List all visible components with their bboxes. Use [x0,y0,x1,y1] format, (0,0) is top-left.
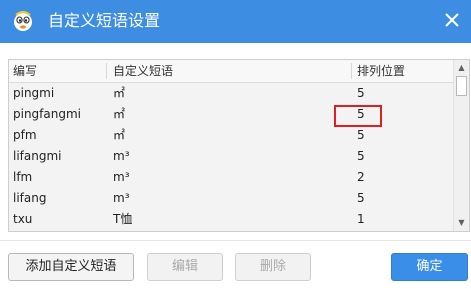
footer-divider [0,240,471,241]
list-row[interactable]: pingmi ㎡ 5 [9,83,453,104]
list-row[interactable]: lifangmi m³ 5 [9,146,453,167]
list-row[interactable]: txu T恤 1 [9,209,453,230]
column-header-phrase[interactable]: 自定义短语 [113,60,173,82]
row-code: pingmi [13,86,55,100]
close-icon[interactable] [442,10,462,30]
column-divider[interactable] [351,63,352,79]
row-code: lfm [13,170,33,184]
delete-button[interactable]: 删除 [235,253,311,281]
row-code: pfm [13,128,37,142]
column-divider[interactable] [106,63,107,79]
row-position: 5 [357,128,365,142]
row-code: pingfangmi [13,107,81,121]
list-header: 编写 自定义短语 排列位置 [9,60,453,83]
row-phrase: m³ [113,191,130,205]
row-phrase: ㎡ [113,128,126,142]
edit-button[interactable]: 编辑 [147,253,223,281]
row-position: 5 [357,191,365,205]
ok-button[interactable]: 确定 [391,253,468,281]
scroll-down-arrow-icon[interactable]: ▼ [454,215,469,231]
app-logo-icon [14,10,32,31]
row-position: 1 [357,212,365,226]
vertical-scrollbar[interactable]: ▲ ▼ [453,60,469,231]
row-phrase: ㎡ [113,86,126,100]
custom-phrase-dialog: 自定义短语设置 编写 自定义短语 排列位置 pingmi ㎡ 5 pingfan… [0,0,471,289]
add-phrase-button[interactable]: 添加自定义短语 [8,253,134,281]
column-header-code[interactable]: 编写 [13,60,37,82]
title-bar[interactable]: 自定义短语设置 [0,0,471,43]
row-phrase: ㎡ [113,107,126,121]
list-row[interactable]: pingfangmi ㎡ 5 [9,104,453,125]
row-phrase: T恤 [113,212,133,226]
phrase-list[interactable]: 编写 自定义短语 排列位置 pingmi ㎡ 5 pingfangmi ㎡ 5 … [8,59,470,232]
row-position: 5 [357,107,365,121]
row-code: lifangmi [13,149,62,163]
column-header-position[interactable]: 排列位置 [357,60,405,82]
dialog-title: 自定义短语设置 [48,11,161,30]
row-phrase: m³ [113,170,130,184]
scroll-up-arrow-icon[interactable]: ▲ [454,60,469,76]
list-row[interactable]: pfm ㎡ 5 [9,125,453,146]
list-row[interactable]: lfm m³ 2 [9,167,453,188]
row-code: lifang [13,191,47,205]
row-code: txu [13,212,33,226]
row-position: 5 [357,86,365,100]
row-position: 5 [357,149,365,163]
scroll-thumb[interactable] [456,76,467,96]
list-row[interactable]: lifang m³ 5 [9,188,453,209]
row-position: 2 [357,170,365,184]
row-phrase: m³ [113,149,130,163]
